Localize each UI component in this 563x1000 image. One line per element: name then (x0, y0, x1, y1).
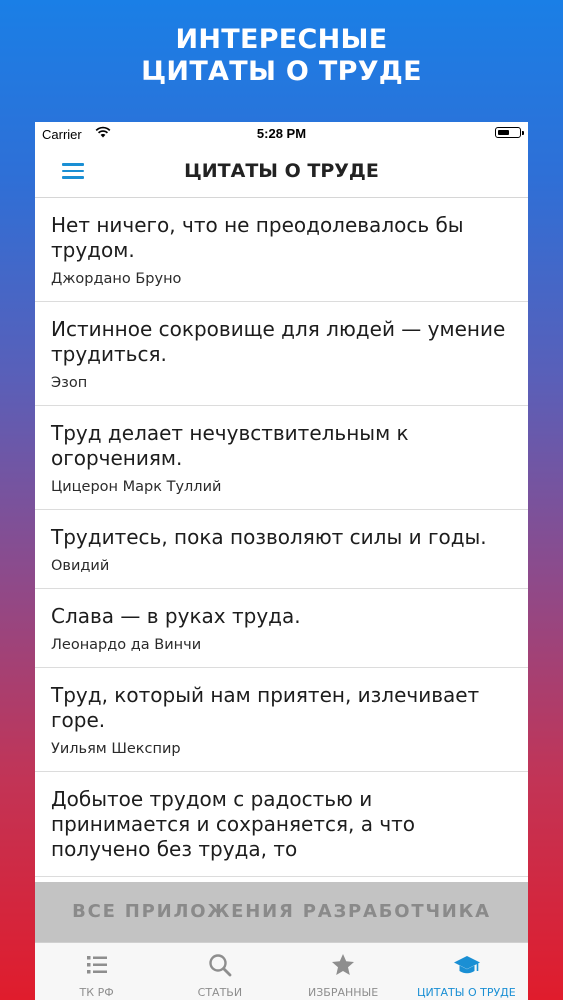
battery-icon (495, 127, 524, 138)
quote-row[interactable]: Нет ничего, что не преодолевалось бы тру… (35, 198, 528, 302)
phone-screen: Carrier 5:28 PM ЦИТАТЫ О ТРУДЕ Нет ничег… (35, 122, 528, 1000)
quote-text: Трудитесь, пока позволяют силы и годы. (51, 525, 487, 549)
quote-text: Добытое трудом с радостью и принимается … (51, 787, 416, 861)
status-bar: Carrier 5:28 PM (35, 122, 528, 144)
quote-text: Истинное сокровище для людей — умение тр… (51, 317, 506, 366)
tab-label: ТК РФ (79, 986, 114, 999)
promo-title-line2: ЦИТАТЫ О ТРУДЕ (141, 56, 422, 87)
quote-author: Леонардо да Винчи (51, 637, 202, 653)
quote-row[interactable]: Слава — в руках труда. Леонардо да Винчи (35, 589, 528, 668)
tab-label: СТАТЬИ (197, 986, 243, 999)
quote-row[interactable]: Истинное сокровище для людей — умение тр… (35, 302, 528, 406)
status-time: 5:28 PM (256, 126, 307, 141)
star-icon (330, 952, 356, 978)
quote-row[interactable]: Трудитесь, пока позволяют силы и годы. Ов… (35, 510, 528, 589)
quote-row[interactable]: Труд делает нечувствительным к огорчения… (35, 406, 528, 510)
quote-author: Джордано Бруно (51, 271, 182, 287)
tab-label: ЦИТАТЫ О ТРУДЕ (417, 986, 516, 999)
quote-author: Уильям Шекспир (51, 741, 181, 757)
promo-title: ИНТЕРЕСНЫЕ ЦИТАТЫ О ТРУДЕ (0, 24, 563, 88)
quote-text: Слава — в руках труда. (51, 604, 301, 628)
page-title: ЦИТАТЫ О ТРУДЕ (184, 160, 379, 182)
search-icon (207, 952, 233, 978)
quote-author: Цицерон Марк Туллий (51, 479, 222, 495)
quote-author: Эзоп (51, 375, 88, 391)
quote-row[interactable]: Труд, который нам приятен, излечивает го… (35, 668, 528, 772)
quote-author: Овидий (51, 558, 110, 574)
list-icon (84, 952, 110, 978)
tab-articles[interactable]: СТАТЬИ (158, 943, 281, 1000)
tab-bar: ТК РФ СТАТЬИ ИЗБРАННЫЕ ЦИТАТЫ О ТРУДЕ (35, 942, 528, 1000)
quote-text: Труд, который нам приятен, излечивает го… (51, 683, 480, 732)
quote-row[interactable]: Добытое трудом с радостью и принимается … (35, 772, 528, 877)
promo-title-line1: ИНТЕРЕСНЫЕ (175, 24, 388, 55)
all-developer-apps-button[interactable]: ВСЕ ПРИЛОЖЕНИЯ РАЗРАБОТЧИКА (35, 882, 528, 942)
graduation-cap-icon (453, 952, 481, 978)
quote-text: Труд делает нечувствительным к огорчения… (51, 421, 409, 470)
tab-favorites[interactable]: ИЗБРАННЫЕ (282, 943, 405, 1000)
navigation-bar: ЦИТАТЫ О ТРУДЕ (35, 144, 528, 198)
tab-quotes[interactable]: ЦИТАТЫ О ТРУДЕ (405, 943, 528, 1000)
quote-text: Нет ничего, что не преодолевалось бы тру… (51, 213, 464, 262)
tab-label: ИЗБРАННЫЕ (308, 986, 379, 999)
quote-list[interactable]: Нет ничего, что не преодолевалось бы тру… (35, 198, 528, 877)
tab-tk-rf[interactable]: ТК РФ (35, 943, 158, 1000)
